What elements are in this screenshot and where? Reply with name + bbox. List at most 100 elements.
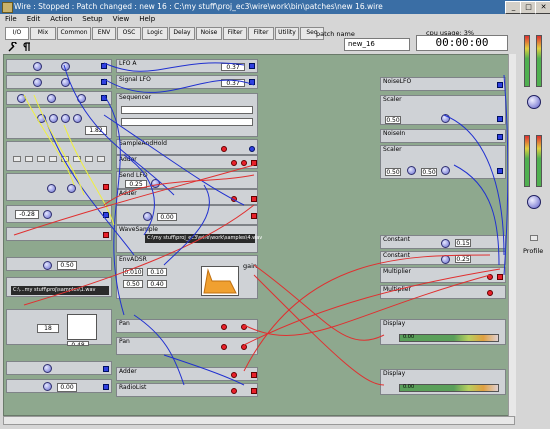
port[interactable]	[231, 196, 237, 202]
knob[interactable]	[33, 78, 42, 87]
module-wave-sample[interactable]: WaveSample C:\my stuff\proj_ec3\wire\wor…	[116, 225, 262, 253]
port[interactable]	[101, 95, 107, 101]
module-value-left[interactable]: -0.28	[6, 205, 112, 223]
menu-help[interactable]: Help	[134, 14, 160, 25]
port[interactable]	[231, 372, 237, 378]
knob[interactable]	[47, 184, 56, 193]
module-sample-path[interactable]: C:\...my stuff\proj\samples\1.wav	[6, 277, 112, 297]
tab-noise[interactable]: Noise	[196, 27, 222, 40]
port[interactable]	[241, 324, 247, 330]
module-step-seq[interactable]	[6, 141, 112, 171]
port[interactable]	[103, 384, 109, 390]
step-switch[interactable]	[25, 156, 33, 162]
module-pan-2[interactable]: Pan	[116, 337, 258, 355]
port[interactable]	[103, 232, 109, 238]
port[interactable]	[251, 196, 257, 202]
port[interactable]	[487, 274, 493, 280]
module-adder-1[interactable]: Adder	[116, 155, 258, 169]
port[interactable]	[103, 184, 109, 190]
module-display-1[interactable]: Display 0.00	[380, 319, 506, 345]
knob[interactable]	[43, 210, 52, 219]
module-row-2[interactable]	[6, 75, 112, 89]
port[interactable]	[249, 146, 255, 152]
module-row-1[interactable]	[6, 59, 112, 73]
tab-mix[interactable]: Mix	[30, 27, 56, 40]
module-signal-lfo[interactable]: Signal LFO 0.37	[116, 75, 258, 89]
port[interactable]	[103, 366, 109, 372]
knob[interactable]	[17, 94, 26, 103]
port[interactable]	[101, 79, 107, 85]
module-multiplier-1[interactable]: Multiplier	[380, 267, 506, 283]
module-pan[interactable]: Pan	[116, 319, 258, 333]
module-bottom-left-1[interactable]	[6, 361, 112, 375]
module-multiplier-2[interactable]: Multiplier	[380, 285, 506, 299]
knob[interactable]	[441, 255, 450, 264]
port[interactable]	[231, 388, 237, 394]
step-switch[interactable]	[37, 156, 45, 162]
menu-edit[interactable]: Edit	[22, 14, 46, 25]
paragraph-icon[interactable]	[22, 42, 32, 52]
module-scaler-1[interactable]: Scaler 0.50	[380, 95, 506, 125]
menu-action[interactable]: Action	[45, 14, 77, 25]
knob[interactable]	[43, 364, 52, 373]
knob[interactable]	[49, 114, 58, 123]
module-value-mid[interactable]: 0.00	[116, 205, 258, 225]
tab-filter[interactable]: Filter	[223, 27, 247, 40]
port[interactable]	[221, 344, 227, 350]
module-sequencer[interactable]: Sequencer	[116, 93, 258, 137]
knob[interactable]	[37, 114, 46, 123]
port[interactable]	[231, 160, 237, 166]
module-sequencer-left[interactable]: 1.82	[6, 107, 112, 139]
port[interactable]	[251, 213, 257, 219]
horizontal-scrollbar[interactable]	[3, 416, 515, 425]
step-switch[interactable]	[13, 156, 21, 162]
module-radio-list[interactable]: RadioList	[116, 383, 258, 397]
module-noise-in[interactable]: NoiseIn	[380, 129, 506, 143]
port[interactable]	[251, 372, 257, 378]
step-switch[interactable]	[61, 156, 69, 162]
tab-env[interactable]: ENV	[92, 27, 116, 40]
port[interactable]	[497, 134, 503, 140]
module-display-2[interactable]: Display 0.00	[380, 369, 506, 395]
knob[interactable]	[73, 114, 82, 123]
module-sample-hold[interactable]: SampleAndHold	[116, 139, 258, 155]
patch-name-field[interactable]: new_16	[344, 38, 410, 51]
knob[interactable]	[61, 78, 70, 87]
knob[interactable]	[441, 239, 450, 248]
port[interactable]	[241, 160, 247, 166]
tab-common[interactable]: Common	[57, 27, 91, 40]
module-bottom-left-2[interactable]: 0.00	[6, 379, 112, 393]
knob[interactable]	[441, 114, 450, 123]
knob[interactable]	[143, 212, 152, 221]
step-switch[interactable]	[49, 156, 57, 162]
step-switch[interactable]	[97, 156, 105, 162]
knob[interactable]	[33, 62, 42, 71]
master-volume-knob[interactable]	[527, 95, 541, 109]
module-constant-2[interactable]: Constant 0.25	[380, 251, 506, 265]
step-switch[interactable]	[85, 156, 93, 162]
knob[interactable]	[151, 179, 160, 188]
knob[interactable]	[67, 184, 76, 193]
module-row-3[interactable]	[6, 91, 112, 105]
module-env-adsr[interactable]: EnvADSR 0.010 0.10 0.50 0.40 gain	[116, 255, 258, 299]
tab-delay[interactable]: Delay	[169, 27, 195, 40]
port[interactable]	[251, 160, 257, 166]
port[interactable]	[497, 274, 503, 280]
module-noise-lfo[interactable]: NoiseLFO	[380, 77, 506, 91]
knob[interactable]	[43, 382, 52, 391]
module-envelope-left[interactable]	[6, 173, 112, 201]
port[interactable]	[249, 63, 255, 69]
port[interactable]	[221, 324, 227, 330]
patch-workspace[interactable]: 1.82 -0.28 0.50 C:\...my stuff\proj\samp…	[3, 54, 515, 416]
knob[interactable]	[407, 166, 416, 175]
mute-switch[interactable]	[530, 235, 538, 241]
tab-logic[interactable]: Logic	[142, 27, 168, 40]
master-volume-knob-2[interactable]	[527, 195, 541, 209]
menu-view[interactable]: View	[108, 14, 135, 25]
vertical-scrollbar[interactable]	[508, 54, 516, 416]
wrench-icon[interactable]	[8, 42, 18, 52]
module-adder-2[interactable]: Adder	[116, 189, 258, 205]
module-lfo-a[interactable]: LFO A 0.37	[116, 59, 258, 73]
module-send-lfo[interactable]: Send LFO 0.25	[116, 171, 258, 189]
knob[interactable]	[43, 261, 52, 270]
